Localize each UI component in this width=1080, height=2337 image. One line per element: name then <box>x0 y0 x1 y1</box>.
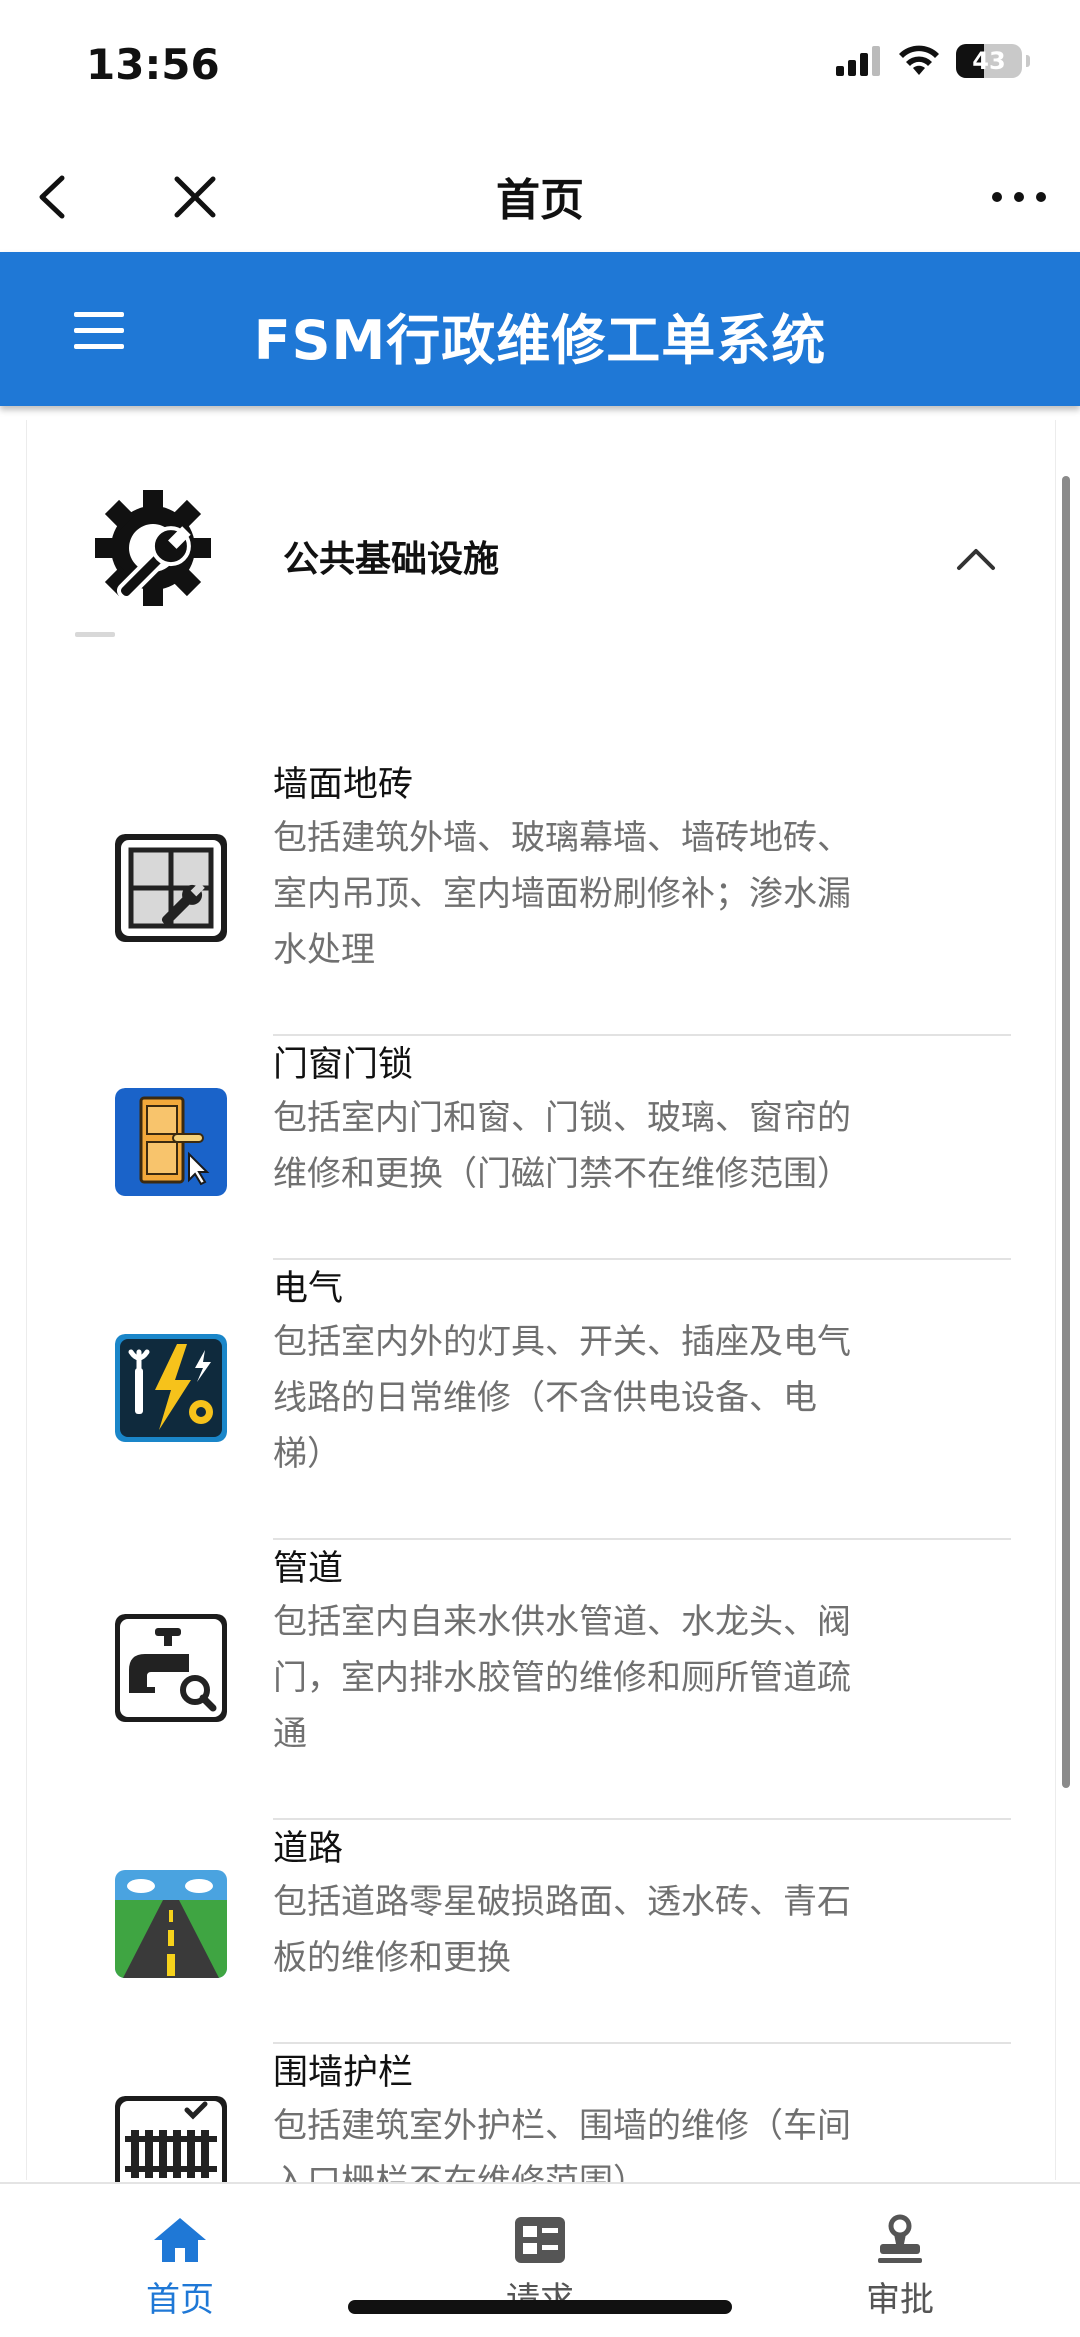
item-divider <box>273 1034 1011 1036</box>
app-title: FSM行政维修工单系统 <box>253 309 827 372</box>
tab-label: 首页 <box>146 2280 214 2320</box>
item-desc-line: 包括建筑外墙、玻璃幕墙、墙砖地砖、 <box>273 818 851 858</box>
item-desc-line: 门，室内排水胶管的维修和厕所管道疏 <box>273 1658 851 1698</box>
item-text: 墙面地砖 包括建筑外墙、玻璃幕墙、墙砖地砖、 室内吊顶、室内墙面粉刷修补；渗水漏… <box>273 760 973 978</box>
item-text: 道路 包括道路零星破损路面、透水砖、青石 板的维修和更换 <box>273 1824 973 1986</box>
road-icon <box>115 1870 227 1978</box>
gear-wrench-icon <box>95 490 211 606</box>
wall-tile-icon <box>115 834 227 942</box>
item-desc-line: 板的维修和更换 <box>273 1938 511 1978</box>
request-icon <box>515 2217 565 2263</box>
tab-label: 审批 <box>866 2280 934 2320</box>
section-header[interactable]: 公共基础设施 <box>27 420 1055 640</box>
home-indicator <box>348 2300 732 2314</box>
item-title: 道路 <box>273 1829 344 1869</box>
item-title: 管道 <box>273 1549 344 1589</box>
item-desc-line: 包括建筑室外护栏、围墙的维修（车间 <box>273 2106 851 2146</box>
item-divider <box>273 2042 1011 2044</box>
wifi-icon <box>899 45 939 75</box>
electric-icon <box>115 1334 227 1442</box>
item-title: 电气 <box>273 1269 344 1309</box>
item-desc-line: 包括道路零星破损路面、透水砖、青石 <box>273 1882 851 1922</box>
scrollbar[interactable] <box>1062 476 1070 1788</box>
item-desc-line: 室内吊顶、室内墙面粉刷修补；渗水漏 <box>273 874 851 914</box>
chevron-up-icon[interactable] <box>951 538 1001 578</box>
signal-icon <box>836 46 880 76</box>
approve-icon <box>878 2214 922 2263</box>
item-desc-line: 梯） <box>273 1434 341 1474</box>
item-desc-line: 包括室内门和窗、门锁、玻璃、窗帘的 <box>273 1098 851 1138</box>
item-desc-line: 线路的日常维修（不含供电设备、电 <box>273 1378 817 1418</box>
item-desc: 包括室内门和窗、门锁、玻璃、窗帘的 维修和更换（门磁门禁不在维修范围） <box>273 1090 973 1202</box>
item-desc-line: 通 <box>273 1714 307 1754</box>
item-desc: 包括道路零星破损路面、透水砖、青石 板的维修和更换 <box>273 1874 973 1986</box>
status-icons: 43 <box>836 44 1030 78</box>
section-title: 公共基础设施 <box>283 539 500 580</box>
item-divider <box>273 1538 1011 1540</box>
tab-home[interactable]: 首页 <box>100 2214 260 2321</box>
category-card: 公共基础设施 墙面地砖 包括建筑外墙、玻璃幕墙、墙砖地砖、 室内吊顶、室内墙面粉… <box>26 420 1056 2204</box>
door-lock-icon <box>115 1088 227 1196</box>
status-time: 13:56 <box>86 40 220 89</box>
item-desc-line: 水处理 <box>273 930 375 970</box>
item-divider <box>273 1818 1011 1820</box>
item-desc-line: 维修和更换（门磁门禁不在维修范围） <box>273 1154 851 1194</box>
home-icon <box>154 2218 206 2262</box>
item-divider <box>273 1258 1011 1260</box>
item-title: 门窗门锁 <box>273 1045 414 1085</box>
nav-bar: 首页 <box>0 140 1080 252</box>
app-header: FSM行政维修工单系统 <box>0 252 1080 406</box>
item-text: 管道 包括室内自来水供水管道、水龙头、阀 门，室内排水胶管的维修和厕所管道疏 通 <box>273 1544 973 1762</box>
page-title: 首页 <box>496 175 584 226</box>
battery-indicator: 43 <box>956 44 1022 78</box>
tab-approve[interactable]: 审批 <box>820 2214 980 2321</box>
item-title: 墙面地砖 <box>273 765 414 805</box>
item-desc-line: 包括室内外的灯具、开关、插座及电气 <box>273 1322 851 1362</box>
drag-indicator <box>75 632 115 637</box>
item-desc: 包括室内自来水供水管道、水龙头、阀 门，室内排水胶管的维修和厕所管道疏 通 <box>273 1594 973 1762</box>
item-text: 电气 包括室内外的灯具、开关、插座及电气 线路的日常维修（不含供电设备、电 梯） <box>273 1264 973 1482</box>
battery-tip <box>1026 55 1030 67</box>
item-desc: 包括室内外的灯具、开关、插座及电气 线路的日常维修（不含供电设备、电 梯） <box>273 1314 973 1482</box>
item-desc-line: 包括室内自来水供水管道、水龙头、阀 <box>273 1602 851 1642</box>
item-title: 围墙护栏 <box>273 2053 414 2093</box>
item-desc: 包括建筑外墙、玻璃幕墙、墙砖地砖、 室内吊顶、室内墙面粉刷修补；渗水漏 水处理 <box>273 810 973 978</box>
battery-percent: 43 <box>972 47 1006 75</box>
pipe-icon <box>115 1614 227 1722</box>
status-bar: 13:56 43 <box>0 0 1080 140</box>
item-text: 门窗门锁 包括室内门和窗、门锁、玻璃、窗帘的 维修和更换（门磁门禁不在维修范围） <box>273 1040 973 1202</box>
more-icon[interactable] <box>984 162 1054 232</box>
